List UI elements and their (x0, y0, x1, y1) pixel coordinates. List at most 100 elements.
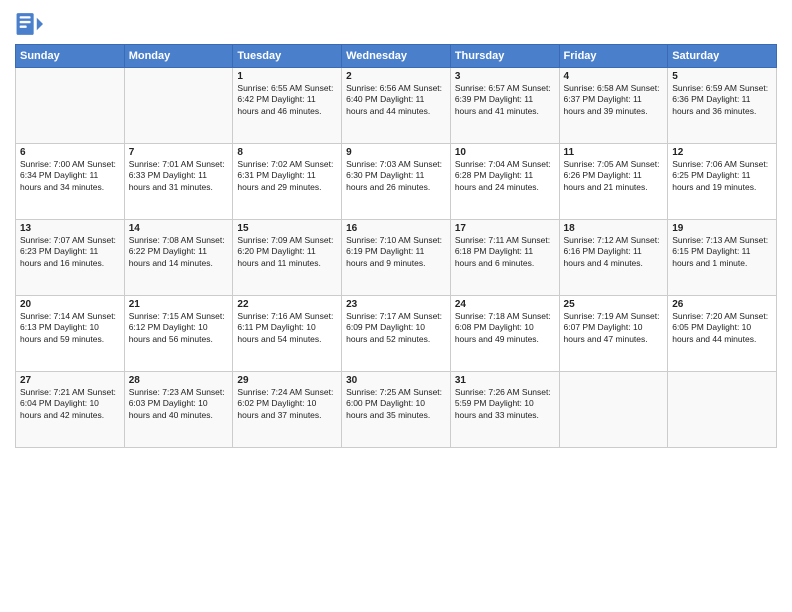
day-cell: 27Sunrise: 7:21 AM Sunset: 6:04 PM Dayli… (16, 372, 125, 448)
day-info: Sunrise: 7:21 AM Sunset: 6:04 PM Dayligh… (20, 387, 120, 421)
day-cell (124, 68, 233, 144)
day-info: Sunrise: 7:08 AM Sunset: 6:22 PM Dayligh… (129, 235, 229, 269)
day-cell: 6Sunrise: 7:00 AM Sunset: 6:34 PM Daylig… (16, 144, 125, 220)
day-cell: 15Sunrise: 7:09 AM Sunset: 6:20 PM Dayli… (233, 220, 342, 296)
day-info: Sunrise: 6:56 AM Sunset: 6:40 PM Dayligh… (346, 83, 446, 117)
day-info: Sunrise: 7:05 AM Sunset: 6:26 PM Dayligh… (564, 159, 664, 193)
day-cell: 11Sunrise: 7:05 AM Sunset: 6:26 PM Dayli… (559, 144, 668, 220)
day-number: 7 (129, 147, 229, 158)
day-number: 16 (346, 223, 446, 234)
day-info: Sunrise: 7:14 AM Sunset: 6:13 PM Dayligh… (20, 311, 120, 345)
day-cell: 29Sunrise: 7:24 AM Sunset: 6:02 PM Dayli… (233, 372, 342, 448)
day-number: 12 (672, 147, 772, 158)
day-cell: 26Sunrise: 7:20 AM Sunset: 6:05 PM Dayli… (668, 296, 777, 372)
day-cell (559, 372, 668, 448)
day-number: 29 (237, 375, 337, 386)
calendar-table: SundayMondayTuesdayWednesdayThursdayFrid… (15, 44, 777, 448)
day-number: 23 (346, 299, 446, 310)
week-row-2: 13Sunrise: 7:07 AM Sunset: 6:23 PM Dayli… (16, 220, 777, 296)
day-cell: 5Sunrise: 6:59 AM Sunset: 6:36 PM Daylig… (668, 68, 777, 144)
day-info: Sunrise: 7:23 AM Sunset: 6:03 PM Dayligh… (129, 387, 229, 421)
day-info: Sunrise: 7:25 AM Sunset: 6:00 PM Dayligh… (346, 387, 446, 421)
day-cell: 21Sunrise: 7:15 AM Sunset: 6:12 PM Dayli… (124, 296, 233, 372)
day-number: 24 (455, 299, 555, 310)
day-number: 21 (129, 299, 229, 310)
day-number: 15 (237, 223, 337, 234)
day-info: Sunrise: 7:12 AM Sunset: 6:16 PM Dayligh… (564, 235, 664, 269)
day-info: Sunrise: 7:06 AM Sunset: 6:25 PM Dayligh… (672, 159, 772, 193)
day-cell (668, 372, 777, 448)
day-number: 18 (564, 223, 664, 234)
day-number: 14 (129, 223, 229, 234)
day-cell: 3Sunrise: 6:57 AM Sunset: 6:39 PM Daylig… (450, 68, 559, 144)
day-number: 19 (672, 223, 772, 234)
day-info: Sunrise: 7:01 AM Sunset: 6:33 PM Dayligh… (129, 159, 229, 193)
day-info: Sunrise: 6:58 AM Sunset: 6:37 PM Dayligh… (564, 83, 664, 117)
day-cell: 4Sunrise: 6:58 AM Sunset: 6:37 PM Daylig… (559, 68, 668, 144)
day-number: 4 (564, 71, 664, 82)
week-row-4: 27Sunrise: 7:21 AM Sunset: 6:04 PM Dayli… (16, 372, 777, 448)
day-cell: 25Sunrise: 7:19 AM Sunset: 6:07 PM Dayli… (559, 296, 668, 372)
day-cell: 8Sunrise: 7:02 AM Sunset: 6:31 PM Daylig… (233, 144, 342, 220)
day-number: 22 (237, 299, 337, 310)
day-number: 27 (20, 375, 120, 386)
day-info: Sunrise: 7:20 AM Sunset: 6:05 PM Dayligh… (672, 311, 772, 345)
week-row-0: 1Sunrise: 6:55 AM Sunset: 6:42 PM Daylig… (16, 68, 777, 144)
day-info: Sunrise: 6:57 AM Sunset: 6:39 PM Dayligh… (455, 83, 555, 117)
header-cell-friday: Friday (559, 45, 668, 68)
header (15, 10, 777, 38)
day-info: Sunrise: 7:00 AM Sunset: 6:34 PM Dayligh… (20, 159, 120, 193)
day-cell: 7Sunrise: 7:01 AM Sunset: 6:33 PM Daylig… (124, 144, 233, 220)
day-info: Sunrise: 7:26 AM Sunset: 5:59 PM Dayligh… (455, 387, 555, 421)
day-number: 5 (672, 71, 772, 82)
day-cell: 2Sunrise: 6:56 AM Sunset: 6:40 PM Daylig… (342, 68, 451, 144)
day-info: Sunrise: 7:11 AM Sunset: 6:18 PM Dayligh… (455, 235, 555, 269)
day-cell: 20Sunrise: 7:14 AM Sunset: 6:13 PM Dayli… (16, 296, 125, 372)
day-info: Sunrise: 7:16 AM Sunset: 6:11 PM Dayligh… (237, 311, 337, 345)
day-cell: 1Sunrise: 6:55 AM Sunset: 6:42 PM Daylig… (233, 68, 342, 144)
day-cell: 31Sunrise: 7:26 AM Sunset: 5:59 PM Dayli… (450, 372, 559, 448)
day-cell: 10Sunrise: 7:04 AM Sunset: 6:28 PM Dayli… (450, 144, 559, 220)
day-number: 3 (455, 71, 555, 82)
day-info: Sunrise: 6:59 AM Sunset: 6:36 PM Dayligh… (672, 83, 772, 117)
day-info: Sunrise: 6:55 AM Sunset: 6:42 PM Dayligh… (237, 83, 337, 117)
calendar-page: SundayMondayTuesdayWednesdayThursdayFrid… (0, 0, 792, 612)
day-cell: 13Sunrise: 7:07 AM Sunset: 6:23 PM Dayli… (16, 220, 125, 296)
day-number: 30 (346, 375, 446, 386)
day-cell: 14Sunrise: 7:08 AM Sunset: 6:22 PM Dayli… (124, 220, 233, 296)
day-number: 28 (129, 375, 229, 386)
day-number: 13 (20, 223, 120, 234)
day-number: 26 (672, 299, 772, 310)
day-number: 11 (564, 147, 664, 158)
day-cell (16, 68, 125, 144)
logo (15, 10, 47, 38)
day-number: 8 (237, 147, 337, 158)
day-cell: 17Sunrise: 7:11 AM Sunset: 6:18 PM Dayli… (450, 220, 559, 296)
day-info: Sunrise: 7:24 AM Sunset: 6:02 PM Dayligh… (237, 387, 337, 421)
header-cell-tuesday: Tuesday (233, 45, 342, 68)
day-info: Sunrise: 7:03 AM Sunset: 6:30 PM Dayligh… (346, 159, 446, 193)
day-info: Sunrise: 7:09 AM Sunset: 6:20 PM Dayligh… (237, 235, 337, 269)
day-cell: 22Sunrise: 7:16 AM Sunset: 6:11 PM Dayli… (233, 296, 342, 372)
day-number: 6 (20, 147, 120, 158)
day-info: Sunrise: 7:19 AM Sunset: 6:07 PM Dayligh… (564, 311, 664, 345)
day-info: Sunrise: 7:17 AM Sunset: 6:09 PM Dayligh… (346, 311, 446, 345)
day-info: Sunrise: 7:04 AM Sunset: 6:28 PM Dayligh… (455, 159, 555, 193)
day-number: 20 (20, 299, 120, 310)
header-row: SundayMondayTuesdayWednesdayThursdayFrid… (16, 45, 777, 68)
day-number: 10 (455, 147, 555, 158)
day-cell: 19Sunrise: 7:13 AM Sunset: 6:15 PM Dayli… (668, 220, 777, 296)
day-info: Sunrise: 7:10 AM Sunset: 6:19 PM Dayligh… (346, 235, 446, 269)
day-cell: 12Sunrise: 7:06 AM Sunset: 6:25 PM Dayli… (668, 144, 777, 220)
logo-icon (15, 10, 43, 38)
header-cell-sunday: Sunday (16, 45, 125, 68)
day-cell: 23Sunrise: 7:17 AM Sunset: 6:09 PM Dayli… (342, 296, 451, 372)
day-number: 9 (346, 147, 446, 158)
day-info: Sunrise: 7:15 AM Sunset: 6:12 PM Dayligh… (129, 311, 229, 345)
header-cell-thursday: Thursday (450, 45, 559, 68)
header-cell-monday: Monday (124, 45, 233, 68)
day-cell: 18Sunrise: 7:12 AM Sunset: 6:16 PM Dayli… (559, 220, 668, 296)
day-number: 1 (237, 71, 337, 82)
day-info: Sunrise: 7:02 AM Sunset: 6:31 PM Dayligh… (237, 159, 337, 193)
day-cell: 24Sunrise: 7:18 AM Sunset: 6:08 PM Dayli… (450, 296, 559, 372)
